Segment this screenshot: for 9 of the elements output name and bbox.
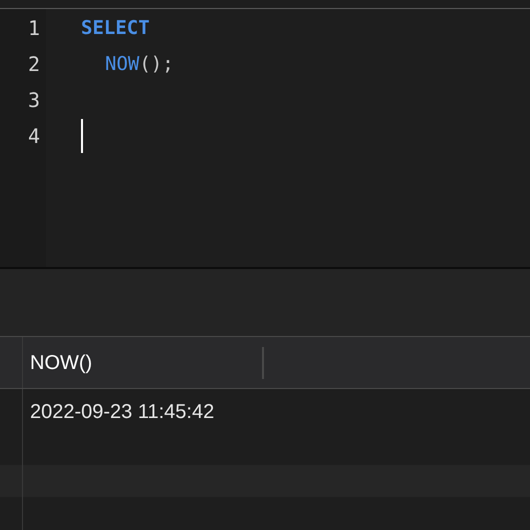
punctuation: (); <box>139 52 174 77</box>
line-number: 3 <box>28 87 40 114</box>
line-number: 2 <box>28 51 40 78</box>
line-number: 1 <box>28 15 40 42</box>
function-name: NOW <box>105 52 140 77</box>
line-number: 4 <box>28 123 40 150</box>
sql-keyword: SELECT <box>81 16 150 41</box>
column-header[interactable]: NOW() <box>30 348 92 378</box>
table-cell: 2022-09-23 11:45:42 <box>30 401 214 423</box>
